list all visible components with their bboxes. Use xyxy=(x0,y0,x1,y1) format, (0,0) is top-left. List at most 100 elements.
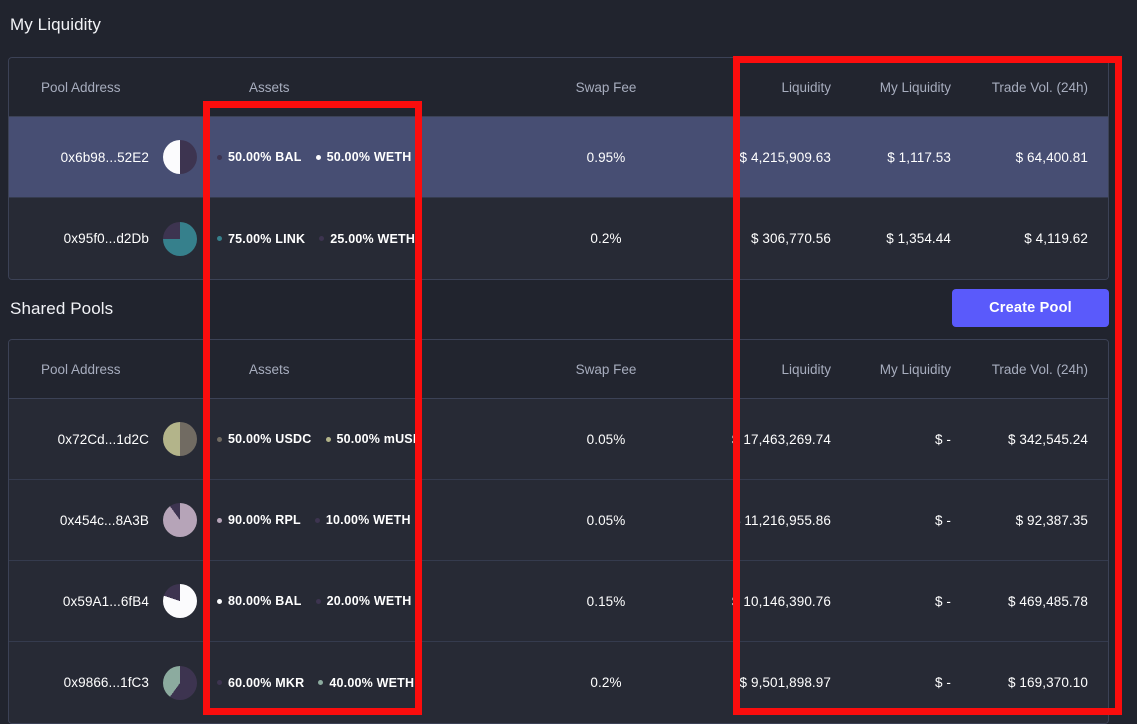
asset-color-dot-icon xyxy=(217,680,222,685)
swap-fee-cell: 0.2% xyxy=(531,675,681,690)
asset-item: 25.00% WETH xyxy=(319,232,415,246)
column-header-trade-volume[interactable]: Trade Vol. (24h) xyxy=(951,362,1108,377)
my-liquidity-cell: $ - xyxy=(831,594,951,609)
trade-volume-cell: $ 4,119.62 xyxy=(951,231,1108,246)
pool-address-cell[interactable]: 0x59A1...6fB4 xyxy=(9,594,149,609)
pool-address-cell[interactable]: 0x72Cd...1d2C xyxy=(9,432,149,447)
swap-fee-cell: 0.15% xyxy=(531,594,681,609)
shared-pools-heading: Shared Pools xyxy=(0,299,113,319)
create-pool-button[interactable]: Create Pool xyxy=(952,289,1109,327)
column-header-trade-volume[interactable]: Trade Vol. (24h) xyxy=(951,80,1108,95)
asset-color-dot-icon xyxy=(326,437,331,442)
pie-chart-icon xyxy=(163,503,197,537)
asset-weight-label: 50.00% USDC xyxy=(228,432,312,446)
my-liquidity-cell: $ 1,117.53 xyxy=(831,150,951,165)
table-header-row: Pool Address Assets Swap Fee Liquidity M… xyxy=(9,340,1108,399)
shared-pools-bar: Shared Pools Create Pool xyxy=(0,281,1137,336)
pool-address-text: 0x59A1...6fB4 xyxy=(63,594,149,609)
pie-chart-icon xyxy=(163,584,197,618)
pool-address-cell[interactable]: 0x9866...1fC3 xyxy=(9,675,149,690)
pool-address-cell[interactable]: 0x6b98...52E2 xyxy=(9,150,149,165)
asset-color-dot-icon xyxy=(316,599,321,604)
asset-item: 10.00% WETH xyxy=(315,513,411,527)
liquidity-cell: $ 17,463,269.74 xyxy=(681,432,831,447)
pool-address-text: 0x6b98...52E2 xyxy=(61,150,149,165)
pie-chart-icon xyxy=(163,666,197,700)
asset-weight-label: 90.00% RPL xyxy=(228,513,301,527)
column-header-assets[interactable]: Assets xyxy=(243,80,531,95)
assets-list: 75.00% LINK 25.00% WETH xyxy=(217,232,531,246)
my-liquidity-cell: $ 1,354.44 xyxy=(831,231,951,246)
asset-weights-pie-cell xyxy=(149,140,211,174)
column-header-swap-fee[interactable]: Swap Fee xyxy=(531,80,681,95)
asset-item: 60.00% MKR xyxy=(217,676,304,690)
pool-address-text: 0x9866...1fC3 xyxy=(64,675,149,690)
asset-weight-label: 40.00% WETH xyxy=(329,676,414,690)
pool-address-text: 0x72Cd...1d2C xyxy=(58,432,149,447)
liquidity-cell: $ 306,770.56 xyxy=(681,231,831,246)
my-liquidity-cell: $ - xyxy=(831,675,951,690)
liquidity-cell: $ 11,216,955.86 xyxy=(681,513,831,528)
column-header-liquidity[interactable]: Liquidity xyxy=(681,80,831,95)
asset-color-dot-icon xyxy=(217,155,222,160)
asset-color-dot-icon xyxy=(318,680,323,685)
trade-volume-cell: $ 469,485.78 xyxy=(951,594,1108,609)
swap-fee-cell: 0.05% xyxy=(531,513,681,528)
shared-pools-rows-container: 0x72Cd...1d2C50.00% USDC50.00% mUSD0.05%… xyxy=(9,399,1108,723)
column-header-pool-address[interactable]: Pool Address xyxy=(9,362,181,377)
table-row[interactable]: 0x454c...8A3B90.00% RPL10.00% WETH0.05%$… xyxy=(9,480,1108,561)
pool-address-cell[interactable]: 0x95f0...d2Db xyxy=(9,231,149,246)
asset-weights-pie-cell xyxy=(149,584,211,618)
asset-item: 50.00% WETH xyxy=(316,150,412,164)
liquidity-pools-page: My Liquidity Pool Address Assets Swap Fe… xyxy=(0,0,1137,715)
column-header-liquidity[interactable]: Liquidity xyxy=(681,362,831,377)
table-row[interactable]: 0x6b98...52E250.00% BAL50.00% WETH0.95%$… xyxy=(9,117,1108,198)
asset-weight-label: 25.00% WETH xyxy=(330,232,415,246)
liquidity-cell: $ 10,146,390.76 xyxy=(681,594,831,609)
assets-cell: 60.00% MKR 40.00% WETH xyxy=(211,676,531,690)
pool-address-cell[interactable]: 0x454c...8A3B xyxy=(9,513,149,528)
table-row[interactable]: 0x9866...1fC3 60.00% MKR 40.00% WETH 0.2% $ … xyxy=(9,642,1108,723)
trade-volume-cell: $ 169,370.10 xyxy=(951,675,1108,690)
swap-fee-cell: 0.95% xyxy=(531,150,681,165)
asset-weight-label: 60.00% MKR xyxy=(228,676,304,690)
asset-item: 40.00% WETH xyxy=(318,676,414,690)
table-row[interactable]: 0x59A1...6fB480.00% BAL20.00% WETH0.15%$… xyxy=(9,561,1108,642)
column-header-swap-fee[interactable]: Swap Fee xyxy=(531,362,681,377)
assets-list: 50.00% USDC50.00% mUSD xyxy=(217,432,531,446)
asset-weight-label: 80.00% BAL xyxy=(228,594,302,608)
assets-cell: 80.00% BAL20.00% WETH xyxy=(211,594,531,608)
asset-weights-pie-cell xyxy=(149,222,211,256)
asset-weights-pie-cell xyxy=(149,666,211,700)
pie-chart-icon xyxy=(163,140,197,174)
asset-color-dot-icon xyxy=(217,437,222,442)
asset-color-dot-icon xyxy=(217,599,222,604)
trade-volume-cell: $ 92,387.35 xyxy=(951,513,1108,528)
column-header-pool-address[interactable]: Pool Address xyxy=(9,80,181,95)
pool-address-text: 0x454c...8A3B xyxy=(60,513,149,528)
shared-pools-table: Pool Address Assets Swap Fee Liquidity M… xyxy=(8,339,1109,724)
pie-chart-icon xyxy=(163,222,197,256)
asset-item: 50.00% USDC xyxy=(217,432,312,446)
assets-cell: 50.00% USDC50.00% mUSD xyxy=(211,432,531,446)
assets-cell: 75.00% LINK 25.00% WETH xyxy=(211,232,531,246)
asset-color-dot-icon xyxy=(315,518,320,523)
swap-fee-cell: 0.05% xyxy=(531,432,681,447)
swap-fee-cell: 0.2% xyxy=(531,231,681,246)
table-row[interactable]: 0x95f0...d2Db75.00% LINK25.00% WETH0.2%$… xyxy=(9,198,1108,279)
asset-weight-label: 75.00% LINK xyxy=(228,232,305,246)
table-row[interactable]: 0x72Cd...1d2C 50.00% USDC50.00% mUSD0.05%… xyxy=(9,399,1108,480)
assets-list: 90.00% RPL 10.00% WETH xyxy=(217,513,531,527)
column-header-my-liquidity[interactable]: My Liquidity xyxy=(831,80,951,95)
asset-weight-label: 50.00% WETH xyxy=(327,150,412,164)
my-liquidity-heading: My Liquidity xyxy=(0,15,101,35)
column-header-assets[interactable]: Assets xyxy=(243,362,531,377)
asset-item: 90.00% RPL xyxy=(217,513,301,527)
assets-cell: 90.00% RPL 10.00% WETH xyxy=(211,513,531,527)
trade-volume-cell: $ 64,400.81 xyxy=(951,150,1108,165)
column-header-my-liquidity[interactable]: My Liquidity xyxy=(831,362,951,377)
pie-chart-icon xyxy=(163,422,197,456)
asset-item: 80.00% BAL xyxy=(217,594,302,608)
asset-color-dot-icon xyxy=(316,155,321,160)
my-liquidity-rows-container: 0x6b98...52E250.00% BAL50.00% WETH0.95%$… xyxy=(9,117,1108,279)
